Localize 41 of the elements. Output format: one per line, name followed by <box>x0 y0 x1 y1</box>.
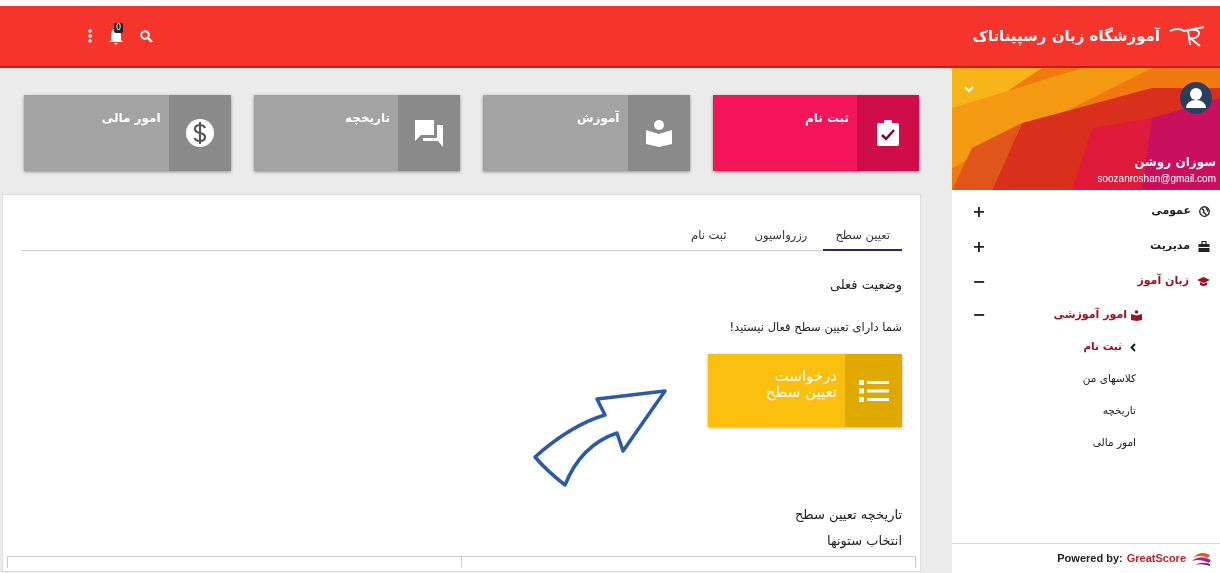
user-name: سوزان روشن <box>1133 154 1216 171</box>
menu-item[interactable]: عمومی <box>1151 203 1191 220</box>
menu-item[interactable]: تاریخچه <box>1102 403 1136 419</box>
chevron-left-icon <box>1130 342 1136 352</box>
chat-bubbles-icon <box>414 119 444 147</box>
globe-icon <box>1199 206 1210 217</box>
section-title: تاریخچه تعیین سطح <box>793 506 902 525</box>
dollar-icon <box>184 118 215 148</box>
clipboard-check-icon <box>876 119 900 147</box>
book-reader-icon <box>644 119 673 147</box>
greatscore-link[interactable]: GreatScore <box>1126 550 1186 567</box>
menu-item[interactable]: کلاسهای من <box>1082 371 1136 387</box>
menu-item[interactable]: امور آموزشی <box>1053 306 1127 324</box>
search-icon[interactable] <box>140 29 153 43</box>
menu-item[interactable]: مدیریت <box>1150 238 1190 255</box>
column-chooser-link[interactable]: انتخاب ستونها <box>21 530 902 550</box>
status-message: شما دارای تعیین سطح فعال نیستید! <box>728 318 902 336</box>
brand-name[interactable]: آموزشگاه زبان رسپیناتاک <box>972 24 1160 48</box>
powered-by-label: Powered by: <box>1057 551 1123 567</box>
expand-toggle[interactable]: + <box>972 234 986 259</box>
avatar-icon <box>1180 82 1212 114</box>
numbered-list-icon <box>858 378 889 403</box>
menu-item[interactable]: امور مالی <box>1092 435 1136 451</box>
user-email: soozanroshan@gmail.com <box>1097 172 1216 186</box>
expand-toggle[interactable]: − <box>972 303 986 327</box>
menu-item[interactable]: زبان آموز <box>1137 273 1189 290</box>
section-title: وضعیت فعلی <box>828 276 902 295</box>
logo-icon <box>1190 551 1212 566</box>
tab[interactable]: ثبت نام <box>679 223 739 252</box>
tab[interactable]: تعیین سطح <box>823 223 902 252</box>
notification-count: 0 <box>114 23 124 33</box>
expand-toggle[interactable]: − <box>972 269 986 294</box>
logo-icon <box>1168 24 1206 48</box>
briefcase-icon <box>1198 241 1210 252</box>
nav-tile[interactable]: ثبت نام <box>712 95 919 171</box>
book-reader-icon <box>1131 309 1142 321</box>
tab[interactable]: رزرواسیون <box>742 223 820 252</box>
expand-toggle[interactable]: + <box>972 199 986 224</box>
menu-item[interactable]: ثبت نام <box>1083 339 1122 355</box>
graduation-cap-icon <box>1197 276 1210 287</box>
more-menu-icon[interactable] <box>88 29 92 43</box>
